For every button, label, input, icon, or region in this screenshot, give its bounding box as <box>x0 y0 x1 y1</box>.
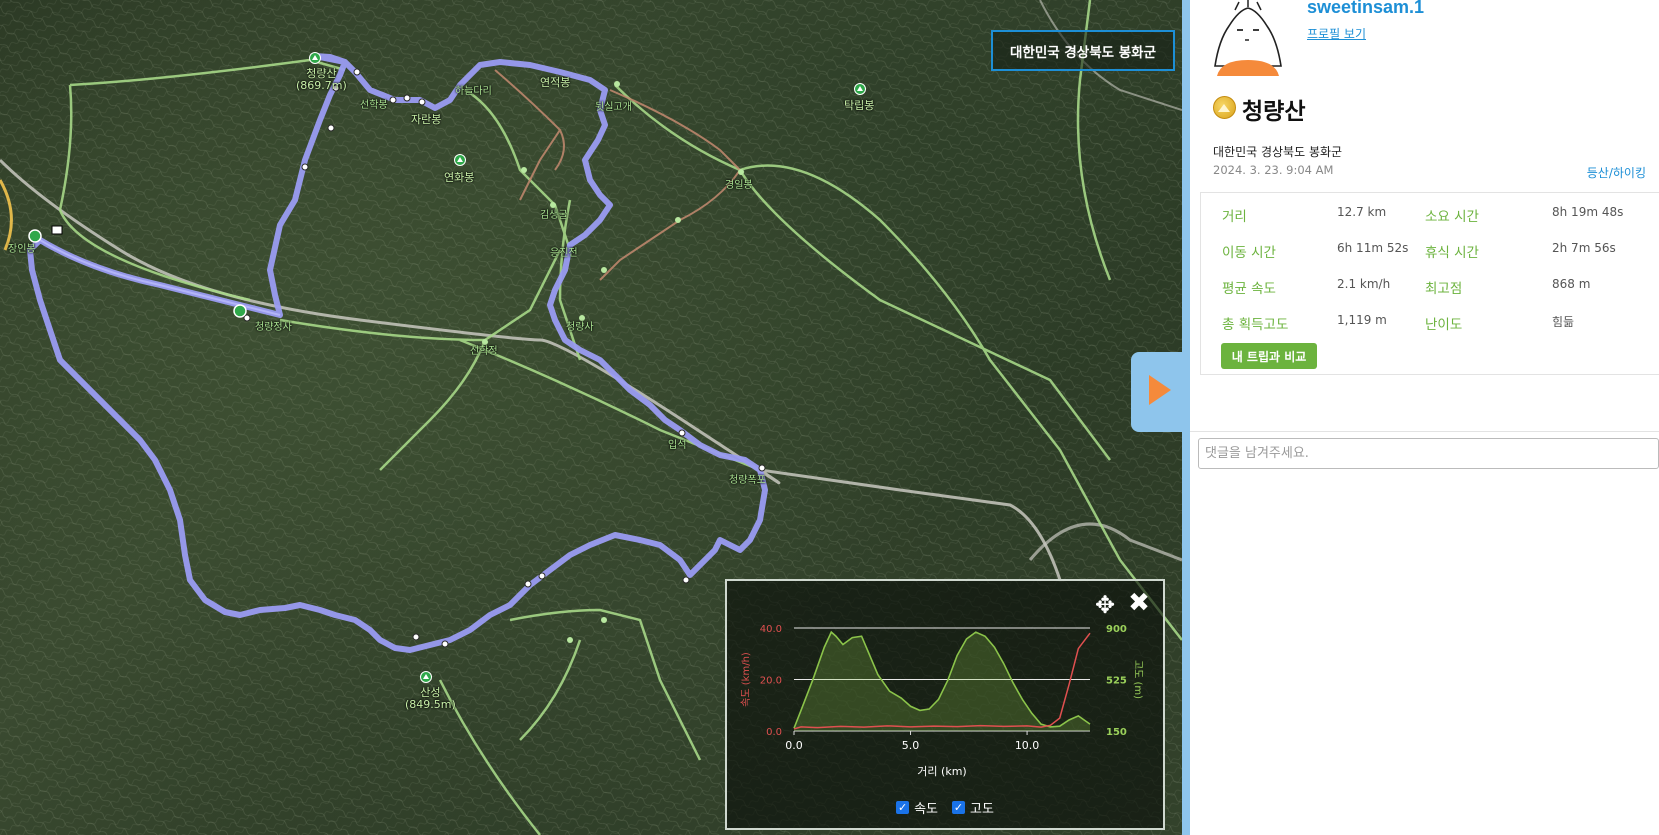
stat-value-max-altitude: 868 m <box>1552 277 1591 291</box>
stat-value-difficulty: 힘듦 <box>1552 315 1575 329</box>
legend-speed[interactable]: ✓ 속도 <box>896 798 938 817</box>
stat-label-difficulty: 난이도 <box>1425 317 1463 333</box>
stat-value-moving-time: 6h 11m 52s <box>1337 241 1409 255</box>
map-label-jaranbong: 자란봉 <box>411 113 442 126</box>
activity-type-link[interactable]: 등산/하이킹 <box>1587 164 1646 181</box>
mountain-title: 청량산 <box>1242 99 1306 125</box>
y-left-tick-label: 0.0 <box>766 727 782 738</box>
stat-label-elevation-gain: 총 획득고도 <box>1222 317 1289 333</box>
x-tick-label: 5.0 <box>902 739 920 752</box>
legend-altitude-label: 고도 <box>970 802 994 817</box>
map-label-yeonjeokbong: 연적봉 <box>540 76 571 89</box>
map-label-sanseong: 산성 (849.5m) <box>405 686 456 712</box>
peak-icon[interactable] <box>854 83 866 95</box>
panel-toggle-tab[interactable] <box>1131 352 1182 432</box>
comment-input[interactable] <box>1198 438 1659 469</box>
map-label-cheongnyang-pokpo: 청량폭포 <box>729 475 766 486</box>
y-right-tick-label: 525 <box>1106 676 1127 687</box>
legend-speed-label: 속도 <box>914 802 938 817</box>
peak-icon[interactable] <box>454 154 466 166</box>
play-icon[interactable] <box>1149 375 1171 405</box>
map-label-small7: 장인봉 <box>8 244 36 255</box>
stat-value-total-time: 8h 19m 48s <box>1552 205 1624 219</box>
compare-trip-button[interactable]: 내 트립과 비교 <box>1221 343 1317 369</box>
username[interactable]: sweetinsam.1 <box>1307 0 1424 18</box>
map-label-small3: 뒷실고개 <box>595 102 632 113</box>
stat-label-rest-time: 휴식 시간 <box>1425 245 1479 261</box>
speed-checkbox[interactable]: ✓ <box>896 801 910 814</box>
legend-altitude[interactable]: ✓ 고도 <box>952 798 994 817</box>
map-label-takripbong: 탁립봉 <box>844 99 875 112</box>
stat-label-distance: 거리 <box>1222 209 1247 225</box>
panel-divider <box>1182 0 1190 835</box>
elevation-speed-chart: 0.0 20.0 40.0 150 525 900 0.0 5.0 10.0 거리 (km) 속도 … <box>740 624 1143 778</box>
y-left-tick-label: 20.0 <box>760 676 782 687</box>
region-label: 대한민국 경상북도 봉화군 <box>991 30 1175 71</box>
altitude-area <box>794 632 1090 731</box>
map-label-small8: 경일봉 <box>725 180 753 191</box>
map-label-cheongnyangsan: 청량산 (869.7m) <box>296 67 347 93</box>
stat-value-avg-speed: 2.1 km/h <box>1337 277 1391 291</box>
trip-info-panel: sweetinsam.1 프로필 보기 청량산 대한민국 경상북도 봉화군 20… <box>1190 0 1659 835</box>
mountain-badge-icon <box>1213 96 1236 119</box>
divider-line <box>1190 431 1659 432</box>
map-label-small4: 김생굴 <box>540 210 568 221</box>
stat-label-avg-speed: 평균 속도 <box>1222 281 1276 297</box>
stat-value-rest-time: 2h 7m 56s <box>1552 241 1616 255</box>
map-label-small5: 응진전 <box>550 248 578 259</box>
profile-link[interactable]: 프로필 보기 <box>1307 25 1366 42</box>
stat-value-distance: 12.7 km <box>1337 205 1387 219</box>
start-marker-circle <box>28 229 42 243</box>
trip-date: 2024. 3. 23. 9:04 AM <box>1213 163 1334 177</box>
location-text: 대한민국 경상북도 봉화군 <box>1213 145 1343 159</box>
parking-marker <box>233 304 247 318</box>
stat-label-total-time: 소요 시간 <box>1425 209 1479 225</box>
map-label-ipseok: 입석 <box>668 440 687 451</box>
x-tick-label: 0.0 <box>785 739 803 752</box>
y-left-axis-label: 속도 (km/h) <box>740 652 752 707</box>
peak-icon[interactable] <box>309 52 321 64</box>
x-tick-label: 10.0 <box>1015 739 1039 752</box>
y-right-tick-label: 150 <box>1106 727 1127 738</box>
map-label-cheongnyangsa: 청량사 <box>566 322 594 333</box>
x-axis-label: 거리 (km) <box>917 765 966 778</box>
elevation-chart-panel[interactable]: ✥ ✖ 0.0 20.0 40.0 150 525 900 0.0 5.0 10.0 거리 (km… <box>725 579 1165 830</box>
avatar[interactable] <box>1209 0 1287 76</box>
map-label-small2: 하늘다리 <box>455 86 492 97</box>
map-label-seonhakjeong: 선학정 <box>470 346 498 357</box>
map-view[interactable]: 청량산 (869.7m) 자란봉 연적봉 연화봉 탁립봉 산성 (849.5m)… <box>0 0 1182 835</box>
y-left-tick-label: 40.0 <box>760 624 782 635</box>
stat-value-elevation-gain: 1,119 m <box>1337 313 1387 327</box>
stat-label-max-altitude: 최고점 <box>1425 281 1463 297</box>
stat-label-moving-time: 이동 시간 <box>1222 245 1276 261</box>
altitude-checkbox[interactable]: ✓ <box>952 801 965 814</box>
map-label-yeonhwabong: 연화봉 <box>444 171 475 184</box>
y-right-tick-label: 900 <box>1106 624 1127 635</box>
map-label-small1: 선학봉 <box>360 100 388 111</box>
peak-icon[interactable] <box>420 671 432 683</box>
finish-flag <box>51 225 63 235</box>
y-right-axis-label: 고도 (m) <box>1132 660 1143 699</box>
map-label-small6: 청량정사 <box>255 322 292 333</box>
